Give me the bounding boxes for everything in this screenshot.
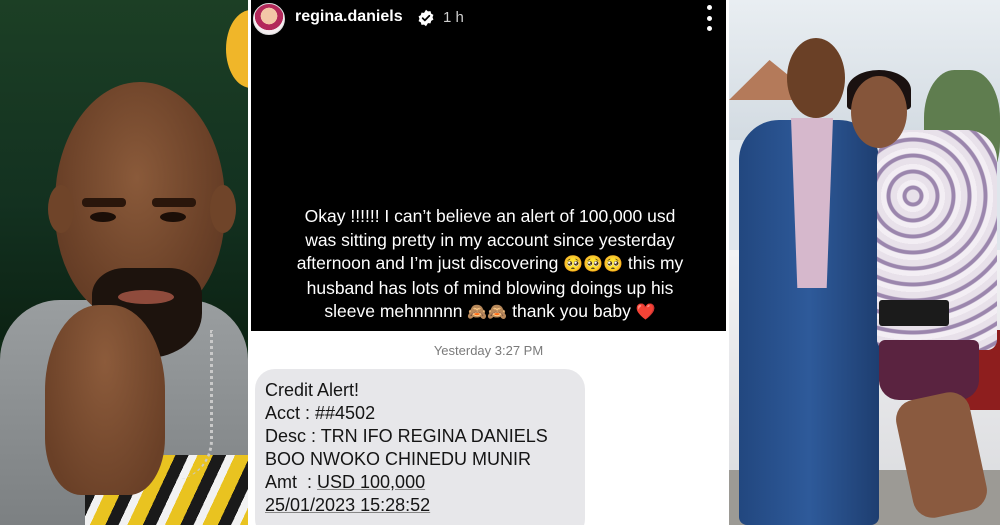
sms-screenshot: Yesterday 3:27 PM Credit Alert! Acct : #…	[251, 331, 726, 525]
more-vertical-icon[interactable]	[701, 5, 717, 31]
time-ago: 1 h	[443, 9, 464, 26]
caption-line-3-text: afternoon and I’m just discovering	[296, 253, 559, 273]
story-caption: Okay !!!!!! I can’t believe an alert of …	[265, 205, 715, 325]
instagram-story-screenshot: regina.daniels 1 h Okay !!!!!! I can’t b…	[251, 0, 726, 525]
raised-fist	[45, 305, 165, 495]
sms-account: Acct : ##4502	[265, 403, 376, 423]
caption-line-5-text: sleeve mehnnnnn	[324, 301, 463, 321]
right-ear	[210, 185, 236, 233]
story-header: regina.daniels 1 h	[251, 0, 726, 36]
left-eye	[90, 212, 116, 222]
caption-line-3: afternoon and I’m just discovering 🥺🥺🥺 t…	[265, 252, 715, 277]
see-no-evil-monkey-emoji: 🙈🙈	[467, 304, 508, 321]
caption-line-4: husband has lots of mind blowing doings …	[306, 277, 674, 298]
sms-desc-1: Desc : TRN IFO REGINA DANIELS	[265, 426, 548, 446]
caption-line-3-tail: this my	[627, 253, 684, 273]
woman-head	[851, 76, 907, 148]
caption-line-5: sleeve mehnnnnn 🙈🙈 thank you baby ❤️	[265, 300, 715, 325]
sms-timestamp: Yesterday 3:27 PM	[433, 343, 544, 358]
sms-date[interactable]: 25/01/2023 15:28:52	[265, 494, 548, 517]
caption-line-1: Okay !!!!!! I can’t believe an alert of …	[304, 206, 676, 226]
caption-line-5-tail: thank you baby	[512, 301, 631, 321]
sms-message: Credit Alert! Acct : ##4502 Desc : TRN I…	[265, 379, 548, 517]
pleading-face-emoji: 🥺🥺🥺	[563, 256, 623, 273]
sms-amount-value[interactable]: USD 100,000	[317, 472, 425, 492]
left-photo-man	[0, 0, 248, 525]
sms-amount-label: Amt :	[265, 472, 318, 492]
sms-desc-2: BOO NWOKO CHINEDU MUNIR	[265, 449, 532, 469]
right-photo-couple	[729, 0, 1000, 525]
burgundy-skirt	[879, 340, 979, 400]
sms-amount-row: Amt : USD 100,000	[265, 471, 548, 494]
pink-shirt	[791, 118, 833, 288]
man-head	[787, 38, 845, 118]
red-heart-emoji: ❤️	[635, 304, 656, 321]
mouth	[118, 290, 174, 304]
clutch-bag	[879, 300, 949, 326]
verified-badge-icon	[418, 9, 434, 27]
right-eye	[160, 212, 186, 222]
username[interactable]: regina.daniels	[295, 8, 403, 26]
left-ear	[48, 185, 74, 233]
right-brow	[152, 198, 196, 207]
caption-line-2: was sitting pretty in my account since y…	[305, 229, 675, 250]
avatar[interactable]	[253, 3, 285, 35]
sms-title: Credit Alert!	[265, 380, 360, 400]
left-brow	[82, 198, 126, 207]
